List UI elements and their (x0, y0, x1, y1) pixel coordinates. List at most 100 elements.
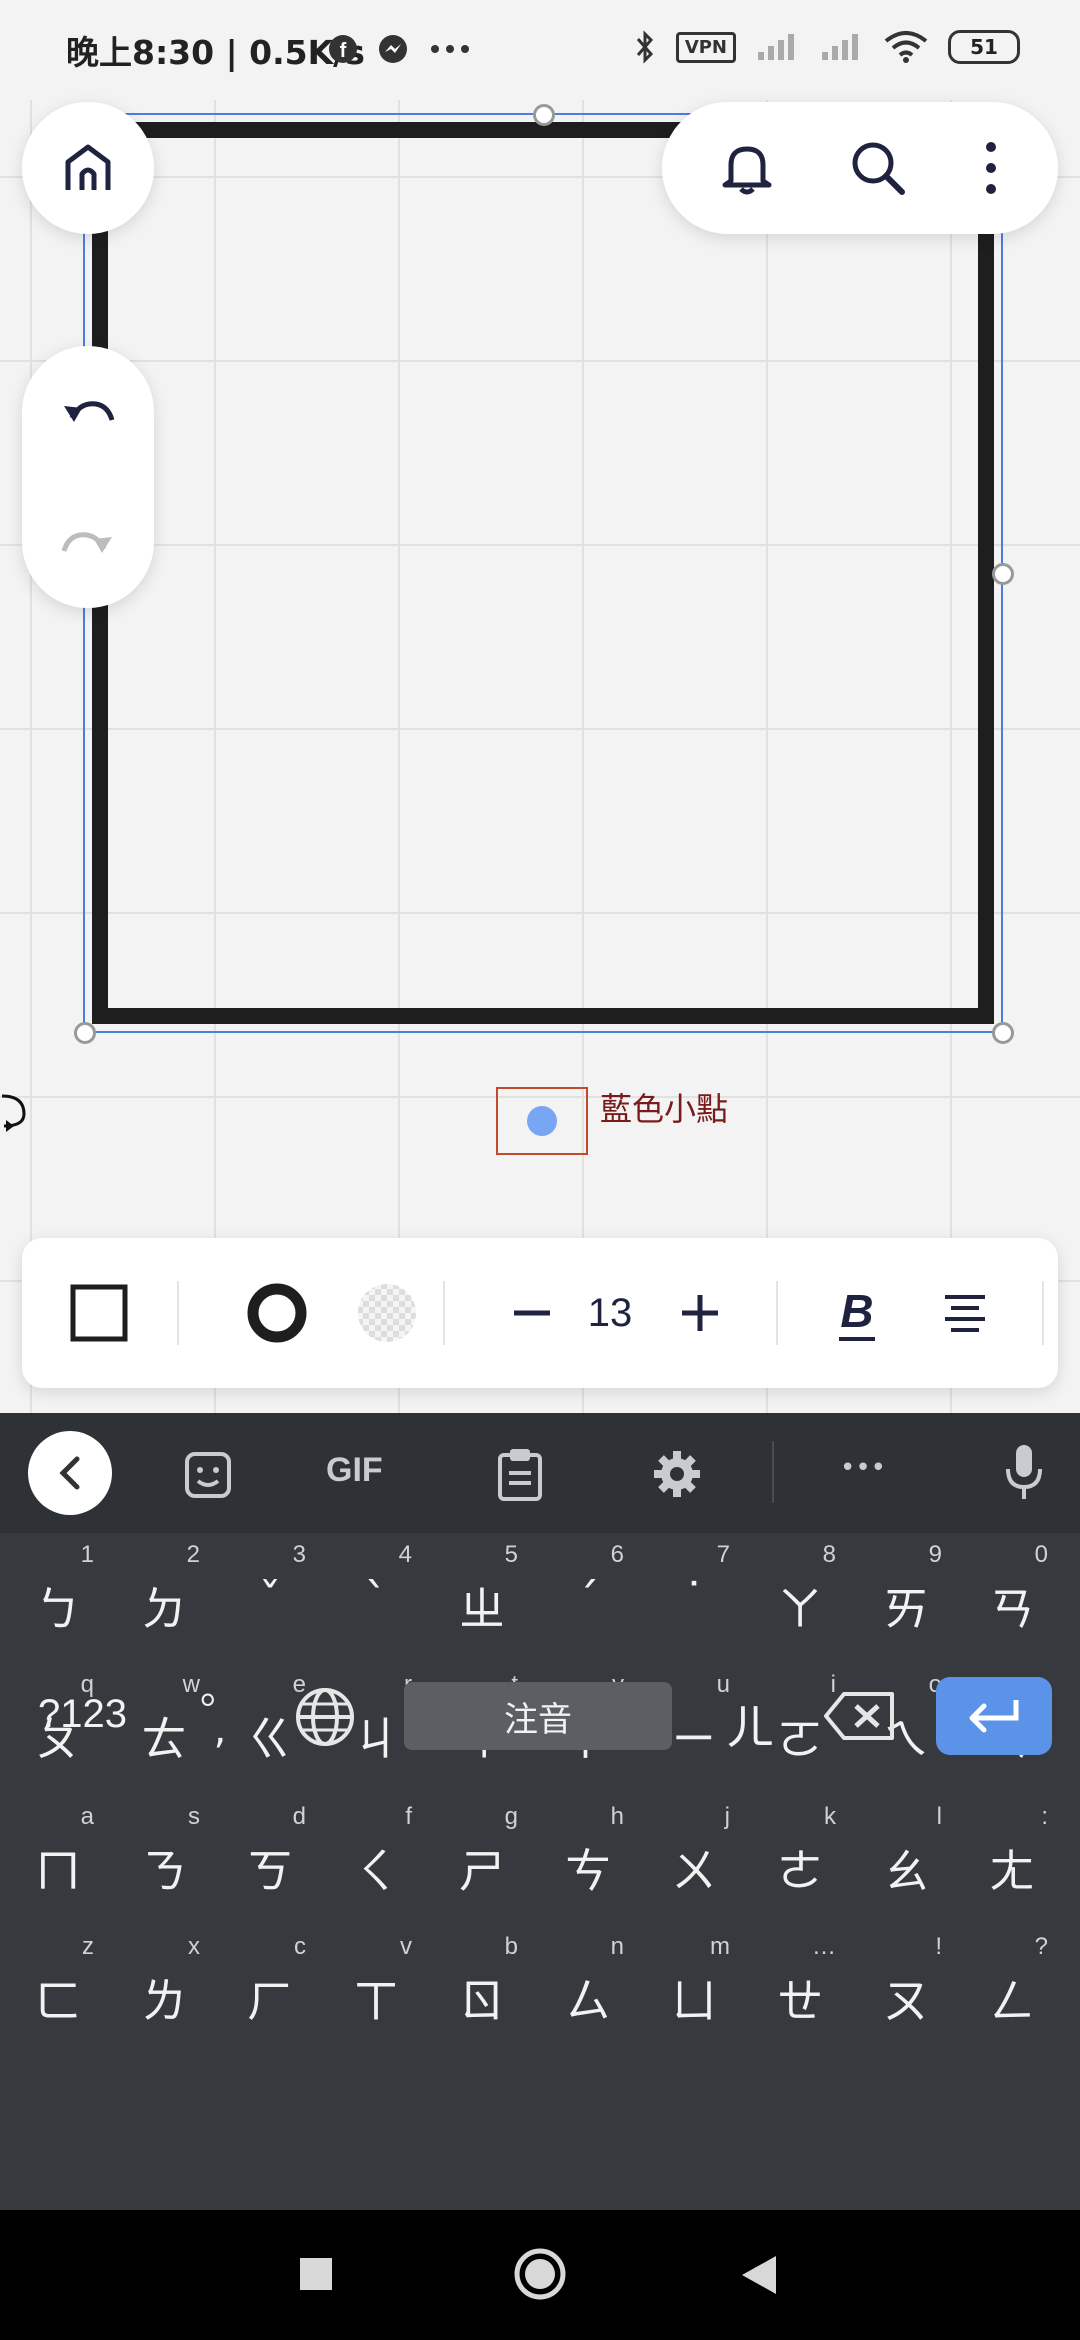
resize-handle-top[interactable] (533, 104, 555, 126)
key-hint: d (292, 1803, 306, 1830)
blue-dot-element[interactable] (496, 1087, 588, 1155)
key[interactable]: ㄊw (114, 1663, 214, 1783)
key[interactable]: ㄘh (538, 1795, 638, 1915)
key[interactable]: ㄅ1 (8, 1533, 108, 1653)
key-hint: 9 (928, 1541, 942, 1568)
more-vert-icon[interactable] (981, 139, 1001, 197)
key[interactable]: ㄥ? (962, 1925, 1062, 2045)
key[interactable]: ㄜk (750, 1795, 850, 1915)
key-label: ㄎ (247, 1844, 293, 1898)
settings-icon[interactable] (652, 1449, 702, 1499)
backspace-icon[interactable] (824, 1690, 896, 1742)
key[interactable]: ㄩm (644, 1925, 744, 2045)
key[interactable]: ㄨj (644, 1795, 744, 1915)
key-label: ㄅ (35, 1582, 81, 1636)
more-options-button[interactable]: ••• (840, 1453, 886, 1483)
key-hint: 6 (610, 1541, 624, 1568)
key-label: ㄕ (459, 1844, 505, 1898)
key-hint: f (405, 1803, 412, 1830)
key[interactable]: ㄡ! (856, 1925, 956, 2045)
shape-type-button[interactable] (22, 1238, 176, 1388)
globe-icon[interactable] (294, 1686, 356, 1748)
punctuation-key[interactable]: 。 , (200, 1670, 240, 1750)
bluetooth-icon (636, 30, 653, 64)
key[interactable]: ㄝ… (750, 1925, 850, 2045)
key[interactable]: ㄎd (220, 1795, 320, 1915)
resize-handle-right[interactable] (992, 563, 1014, 585)
key[interactable]: ㄓ5 (432, 1533, 532, 1653)
mic-icon[interactable] (1004, 1443, 1044, 1503)
key-label: ㄓ (459, 1582, 505, 1636)
key-hint: 1 (80, 1541, 94, 1568)
blue-dot (527, 1106, 557, 1136)
key-label: ㄑ (353, 1844, 399, 1898)
key[interactable]: ㄉ2 (114, 1533, 214, 1653)
key[interactable]: ㄚ8 (750, 1533, 850, 1653)
key[interactable]: ㄇa (8, 1795, 108, 1915)
key[interactable]: ㄋs (114, 1795, 214, 1915)
enter-icon (969, 1700, 1019, 1733)
key[interactable]: ㄠl (856, 1795, 956, 1915)
undo-icon[interactable] (60, 392, 116, 432)
bell-icon[interactable] (719, 139, 775, 197)
key[interactable]: ㄑf (326, 1795, 426, 1915)
toolbar-divider (443, 1281, 445, 1345)
key[interactable]: ㄙn (538, 1925, 638, 2045)
nav-recents-icon[interactable] (300, 2258, 332, 2290)
increase-font-size-button[interactable] (650, 1238, 750, 1388)
key-hint: s (188, 1803, 200, 1830)
resize-handle-bottom-right[interactable] (992, 1022, 1014, 1044)
key[interactable]: ㄌx (114, 1925, 214, 2045)
decrease-font-size-button[interactable] (482, 1238, 582, 1388)
search-icon[interactable] (849, 139, 907, 197)
key-hint: h (610, 1803, 624, 1830)
er-key[interactable]: ㄦ (726, 1688, 774, 1758)
key[interactable]: ˋ4 (326, 1533, 426, 1653)
home-button[interactable] (22, 102, 154, 234)
key[interactable]: ㄞ9 (856, 1533, 956, 1653)
space-key[interactable]: 注音 (404, 1682, 672, 1750)
key[interactable]: ㄢ0 (962, 1533, 1062, 1653)
key-label: ˋ (364, 1573, 388, 1627)
rotate-handle-icon[interactable] (0, 1090, 30, 1140)
key-label: ㄥ (989, 1974, 1035, 2028)
key-hint: 5 (504, 1541, 518, 1568)
clipboard-icon[interactable] (496, 1447, 544, 1501)
bold-button[interactable]: B (802, 1238, 912, 1388)
rectangle-shape[interactable] (92, 122, 994, 1024)
toolbar-divider (177, 1281, 179, 1345)
align-center-button[interactable] (910, 1238, 1020, 1388)
key[interactable]: ˙ 7 (644, 1533, 744, 1653)
key[interactable]: ˊ6 (538, 1533, 638, 1653)
key[interactable]: ㄖb (432, 1925, 532, 2045)
fill-color-button[interactable] (322, 1238, 452, 1388)
key-label: ㄢ (989, 1582, 1035, 1636)
sticker-icon[interactable] (184, 1451, 232, 1499)
status-indicators: VPN 51 (634, 30, 1020, 64)
symbols-key[interactable]: ?123 (38, 1692, 127, 1737)
key[interactable]: ㄈz (8, 1925, 108, 2045)
text-label[interactable]: 藍色小點 (600, 1084, 728, 1130)
key[interactable]: ㄕg (432, 1795, 532, 1915)
enter-key[interactable] (936, 1677, 1052, 1755)
key-label: ˊ (576, 1573, 600, 1627)
key[interactable]: ㄤ: (962, 1795, 1062, 1915)
gif-button[interactable]: GIF (326, 1451, 383, 1490)
key[interactable]: ㄒv (326, 1925, 426, 2045)
key[interactable]: ˇ3 (220, 1533, 320, 1653)
keyboard: GIF ••• ㄅ1ㄉ2ˇ3ˋ4ㄓ5ˊ6˙7ㄚ8ㄞ9ㄢ0ㄆqㄊwㄍeㄐrㄔtㄗy… (0, 1413, 1080, 2210)
font-size-value: 13 (587, 1290, 633, 1335)
nav-home-icon[interactable] (514, 2248, 566, 2300)
key-hint: j (724, 1803, 730, 1830)
key-label: ㄉ (141, 1582, 187, 1636)
key-label: ㄘ (565, 1844, 611, 1898)
key-hint: b (504, 1933, 518, 1960)
key-hint: : (1041, 1803, 1048, 1830)
key[interactable]: ㄏc (220, 1925, 320, 2045)
back-icon (59, 1456, 80, 1490)
stroke-color-icon (247, 1283, 307, 1343)
resize-handle-bottom-left[interactable] (74, 1022, 96, 1044)
keyboard-back-button[interactable] (28, 1431, 112, 1515)
nav-back-icon[interactable] (742, 2256, 776, 2294)
redo-icon[interactable] (60, 523, 116, 563)
